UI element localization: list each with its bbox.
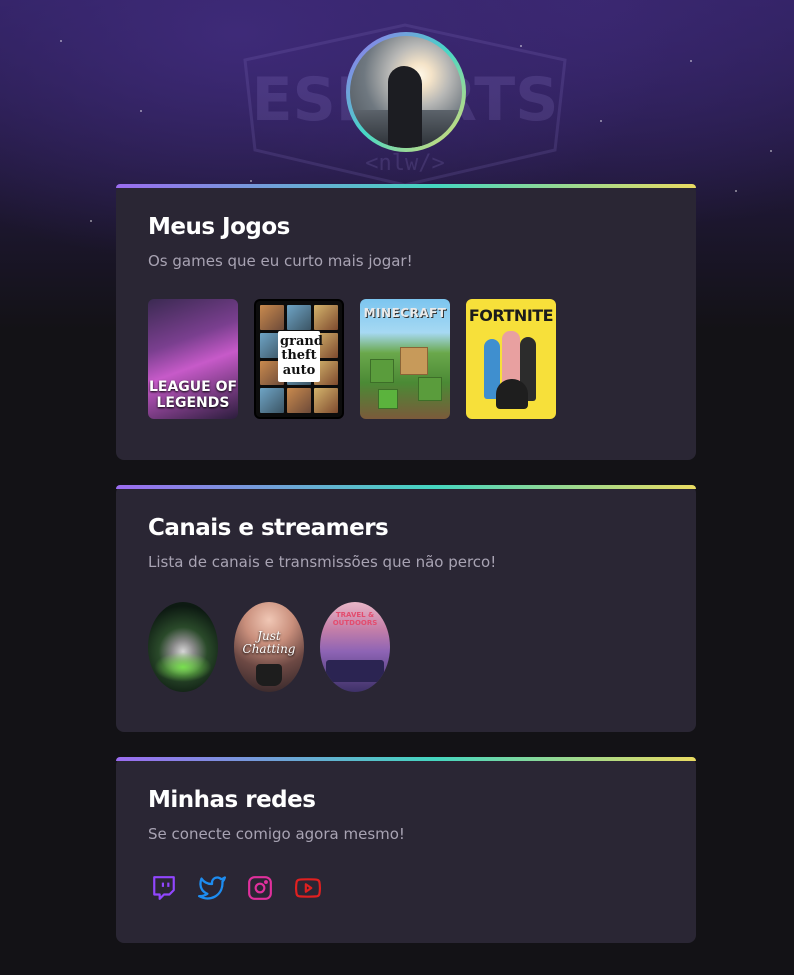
youtube-icon — [294, 878, 322, 898]
streamers-list: Just Chatting TRAVEL & OUTDOORS — [148, 602, 390, 692]
instagram-icon — [248, 876, 272, 900]
profile-avatar — [346, 32, 466, 152]
games-subtitle: Os games que eu curto mais jogar! — [148, 252, 413, 270]
games-title: Meus Jogos — [148, 214, 290, 240]
socials-list — [150, 874, 322, 902]
game-fortnite[interactable]: FORTNITE — [466, 299, 556, 419]
twitter-link[interactable] — [198, 874, 226, 902]
streamer-travel-outdoors[interactable]: TRAVEL & OUTDOORS — [320, 602, 390, 692]
game-league-of-legends[interactable]: LEAGUE OF LEGENDS — [148, 299, 238, 419]
streamer-label: TRAVEL & OUTDOORS — [332, 611, 378, 627]
game-label: LEAGUE OF LEGENDS — [148, 379, 238, 411]
games-card: Meus Jogos Os games que eu curto mais jo… — [116, 184, 696, 460]
game-gta-v[interactable]: grand theft auto — [254, 299, 344, 419]
game-minecraft[interactable]: MINECRAFT — [360, 299, 450, 419]
streamer-tecnologia[interactable] — [148, 602, 218, 692]
streamers-title: Canais e streamers — [148, 515, 389, 541]
games-list: LEAGUE OF LEGENDS grand theft auto MINEC… — [148, 299, 556, 419]
svg-text:<nlw/>: <nlw/> — [365, 151, 444, 176]
instagram-link[interactable] — [246, 874, 274, 902]
streamers-subtitle: Lista de canais e transmissões que não p… — [148, 553, 497, 571]
twitch-link[interactable] — [150, 874, 178, 902]
streamer-label: Just Chatting — [242, 629, 296, 656]
game-label: grand theft auto — [278, 331, 323, 382]
socials-title: Minhas redes — [148, 787, 316, 813]
streamers-card: Canais e streamers Lista de canais e tra… — [116, 485, 696, 732]
socials-subtitle: Se conecte comigo agora mesmo! — [148, 825, 405, 843]
twitter-icon — [198, 876, 226, 900]
socials-card: Minhas redes Se conecte comigo agora mes… — [116, 757, 696, 943]
twitch-icon — [153, 876, 175, 900]
streamer-just-chatting[interactable]: Just Chatting — [234, 602, 304, 692]
youtube-link[interactable] — [294, 874, 322, 902]
game-label: MINECRAFT — [363, 306, 447, 320]
game-label: FORTNITE — [468, 306, 554, 325]
profile-photo — [350, 36, 462, 148]
